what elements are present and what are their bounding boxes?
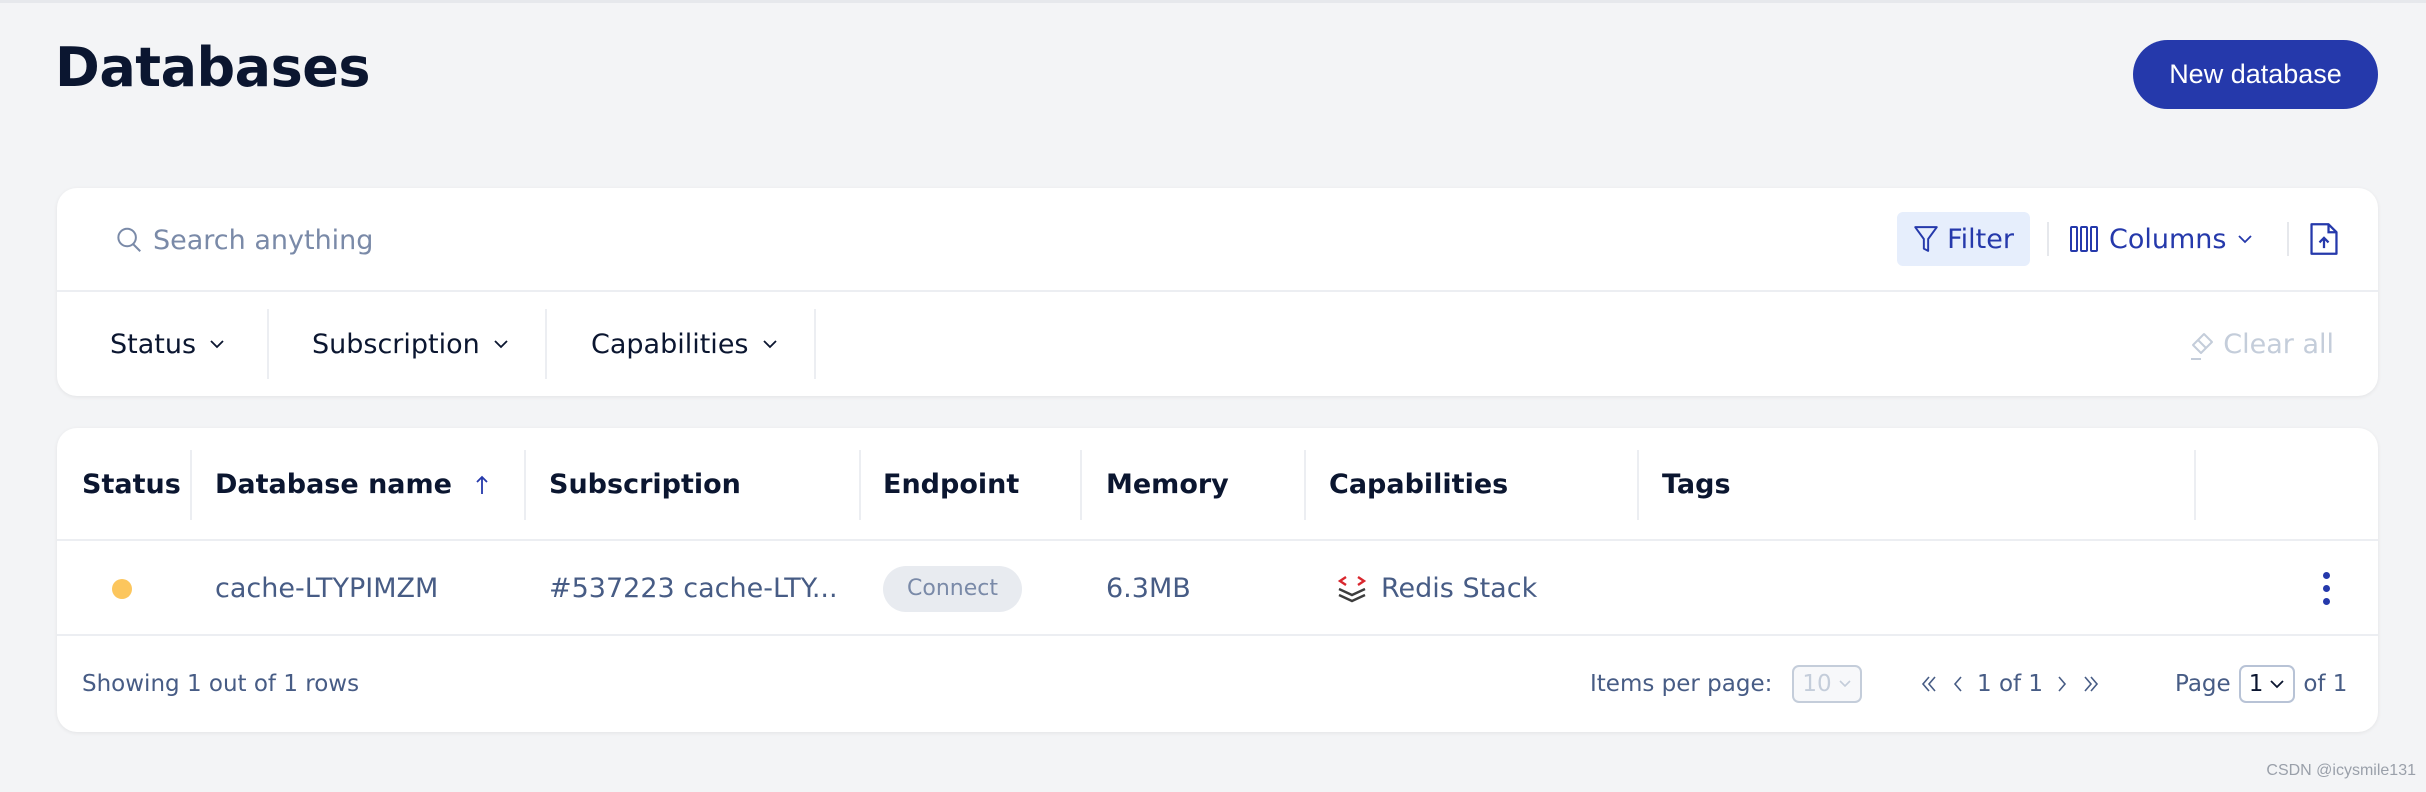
page-label: Page <box>2175 671 2231 697</box>
column-header-endpoint[interactable]: Endpoint <box>883 428 1019 541</box>
column-divider <box>1080 450 1082 520</box>
top-border <box>0 0 2426 3</box>
status-cell <box>112 541 132 636</box>
capabilities-cell: Redis Stack <box>1335 541 1537 636</box>
databases-table: Status Database name Subscription Endpoi… <box>57 428 2378 732</box>
items-per-page: Items per page: 10 <box>1590 636 1862 732</box>
status-indicator <box>112 578 132 599</box>
filter-funnel-icon <box>1914 226 1938 252</box>
last-page-icon[interactable] <box>2081 674 2101 694</box>
columns-label: Columns <box>2109 223 2227 255</box>
items-per-page-value: 10 <box>1802 671 1832 697</box>
page-select[interactable]: 1 <box>2238 665 2296 703</box>
more-actions-icon[interactable] <box>2319 568 2334 609</box>
connect-button[interactable]: Connect <box>883 565 1022 612</box>
chevron-down-icon <box>2238 235 2253 244</box>
database-name-cell[interactable]: cache-LTYPIMZM <box>215 541 438 636</box>
status-filter-dropdown[interactable]: Status <box>110 292 226 396</box>
status-filter-label: Status <box>110 328 197 360</box>
column-divider <box>1637 450 1639 520</box>
items-per-page-select[interactable]: 10 <box>1792 665 1862 703</box>
subscription-cell[interactable]: #537223 cache-LTY... <box>549 541 838 636</box>
column-header-subscription[interactable]: Subscription <box>549 428 741 541</box>
column-divider <box>190 450 192 520</box>
next-page-icon[interactable] <box>2055 674 2069 694</box>
filter-divider <box>545 309 547 379</box>
actions-cell <box>2319 541 2334 636</box>
page-title: Databases <box>55 36 371 99</box>
watermark: CSDN @icysmile131 <box>2266 762 2416 779</box>
column-header-database-name[interactable]: Database name <box>215 428 490 541</box>
pagination-nav: 1 of 1 <box>1919 636 2101 732</box>
new-database-button[interactable]: New database <box>2133 40 2378 109</box>
page-total-text: of 1 <box>2303 671 2348 697</box>
column-header-tags[interactable]: Tags <box>1662 428 1731 541</box>
clear-all-label: Clear all <box>2223 328 2334 360</box>
previous-page-icon[interactable] <box>1951 674 1965 694</box>
chevron-down-icon <box>494 340 508 349</box>
first-page-icon[interactable] <box>1919 674 1939 694</box>
column-divider <box>524 450 526 520</box>
subscription-filter-label: Subscription <box>312 328 480 360</box>
capability-label: Redis Stack <box>1381 573 1538 604</box>
memory-cell: 6.3MB <box>1106 573 1191 604</box>
page-select-value: 1 <box>2248 671 2264 697</box>
column-header-capabilities[interactable]: Capabilities <box>1329 428 1508 541</box>
chevron-down-icon <box>762 340 777 349</box>
sort-ascending-icon <box>476 475 488 494</box>
capabilities-filter-dropdown[interactable]: Capabilities <box>591 292 779 396</box>
clear-all-button[interactable]: Clear all <box>2187 292 2334 396</box>
table-header: Status Database name Subscription Endpoi… <box>57 428 2378 541</box>
filters-row: Status Subscription Capabilities Clear a… <box>57 292 2378 396</box>
rows-count-text: Showing 1 out of 1 rows <box>82 671 360 697</box>
capabilities-filter-label: Capabilities <box>591 328 749 360</box>
items-per-page-label: Items per page: <box>1590 671 1773 697</box>
toolbar-divider <box>2047 222 2049 256</box>
columns-icon <box>2070 226 2098 252</box>
endpoint-cell: Connect <box>883 541 1022 636</box>
column-header-label: Database name <box>215 469 452 500</box>
toolbar-divider <box>2287 222 2289 256</box>
table-row[interactable]: cache-LTYPIMZM #537223 cache-LTY... Conn… <box>57 541 2378 636</box>
eraser-icon <box>2191 333 2214 360</box>
filter-button[interactable]: Filter <box>1897 212 2030 266</box>
table-footer: Showing 1 out of 1 rows Items per page: … <box>57 636 2378 732</box>
search-row: Filter Columns <box>57 188 2378 292</box>
column-header-status[interactable]: Status <box>82 428 181 541</box>
filter-panel: Filter Columns Status Subscription <box>57 188 2378 396</box>
columns-button[interactable]: Columns <box>2069 212 2254 266</box>
page-selector: Page 1 of 1 <box>2175 636 2347 732</box>
column-divider <box>1304 450 1306 520</box>
search-input[interactable] <box>153 216 1053 264</box>
chevron-down-icon <box>1839 680 1851 688</box>
redis-stack-icon <box>1337 575 1367 602</box>
subscription-filter-dropdown[interactable]: Subscription <box>312 292 510 396</box>
chevron-down-icon <box>2270 680 2284 689</box>
export-icon[interactable] <box>2307 222 2341 256</box>
search-icon <box>117 227 141 252</box>
column-header-memory[interactable]: Memory <box>1106 428 1229 541</box>
column-divider <box>2194 450 2196 520</box>
page-range-text: 1 of 1 <box>1977 671 2044 697</box>
filter-label: Filter <box>1947 223 2014 255</box>
column-divider <box>859 450 861 520</box>
chevron-down-icon <box>210 340 224 349</box>
filter-divider <box>267 309 269 379</box>
filter-divider <box>814 309 816 379</box>
